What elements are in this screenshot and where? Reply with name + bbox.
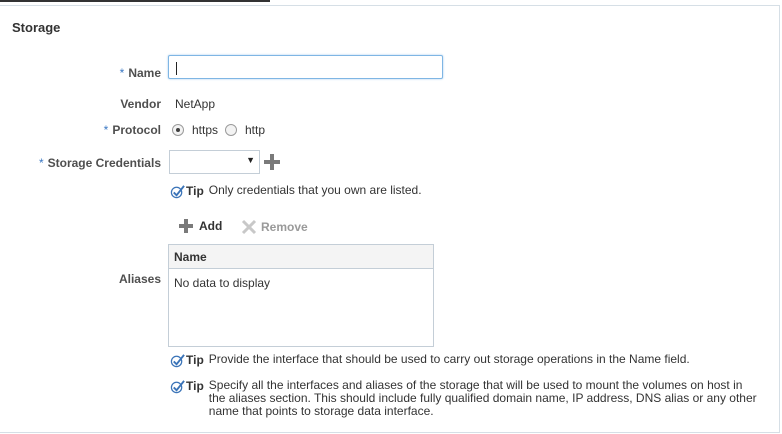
- aliases-table: Name No data to display: [168, 244, 434, 347]
- tip-label: Tip: [186, 184, 204, 198]
- checkmark-circle-icon: [170, 185, 185, 199]
- tip-label: Tip: [186, 379, 204, 393]
- tip-label: Tip: [186, 353, 204, 367]
- previous-header-fragment: [0, 0, 782, 4]
- name-input[interactable]: [168, 55, 443, 79]
- tip-text: Specify all the interfaces and aliases o…: [208, 378, 757, 418]
- storage-credentials-label: * Storage Credentials: [38, 156, 161, 170]
- required-indicator: *: [38, 156, 44, 170]
- name-label: * Name: [119, 66, 161, 80]
- remove-alias-button[interactable]: Remove: [241, 219, 308, 235]
- tip-text: Only credentials that you own are listed…: [208, 183, 422, 197]
- aliases-tip: Tip Specify all the interfaces and alias…: [170, 379, 760, 418]
- section-title: Storage: [12, 20, 61, 35]
- protocol-http-label[interactable]: http: [245, 123, 265, 137]
- plus-icon: [179, 219, 193, 233]
- tip-text: Provide the interface that should be use…: [208, 352, 690, 366]
- column-header-name[interactable]: Name: [169, 245, 433, 269]
- vendor-label: Vendor: [120, 97, 161, 111]
- vendor-value: NetApp: [175, 97, 216, 111]
- checkmark-circle-icon: [170, 380, 185, 394]
- empty-state-text: No data to display: [174, 276, 271, 290]
- required-indicator: *: [103, 123, 109, 137]
- required-indicator: *: [119, 66, 125, 80]
- add-alias-button[interactable]: Add: [179, 219, 222, 233]
- protocol-https-radio[interactable]: [172, 124, 184, 136]
- protocol-https-label[interactable]: https: [192, 123, 218, 137]
- name-field-tip: Tip Provide the interface that should be…: [170, 353, 690, 368]
- chevron-down-icon: ▼: [246, 155, 255, 165]
- checkmark-circle-icon: [170, 354, 185, 368]
- text-cursor: [176, 62, 177, 75]
- plus-icon[interactable]: .plus-icon[data-name="plus-icon"]::befor…: [264, 154, 280, 170]
- aliases-label: Aliases: [118, 272, 161, 286]
- protocol-label: * Protocol: [103, 123, 161, 137]
- close-icon: [241, 219, 257, 235]
- storage-credentials-select[interactable]: ▼: [169, 150, 260, 174]
- credentials-tip: Tip Only credentials that you own are li…: [170, 184, 422, 199]
- protocol-http-radio[interactable]: [225, 124, 237, 136]
